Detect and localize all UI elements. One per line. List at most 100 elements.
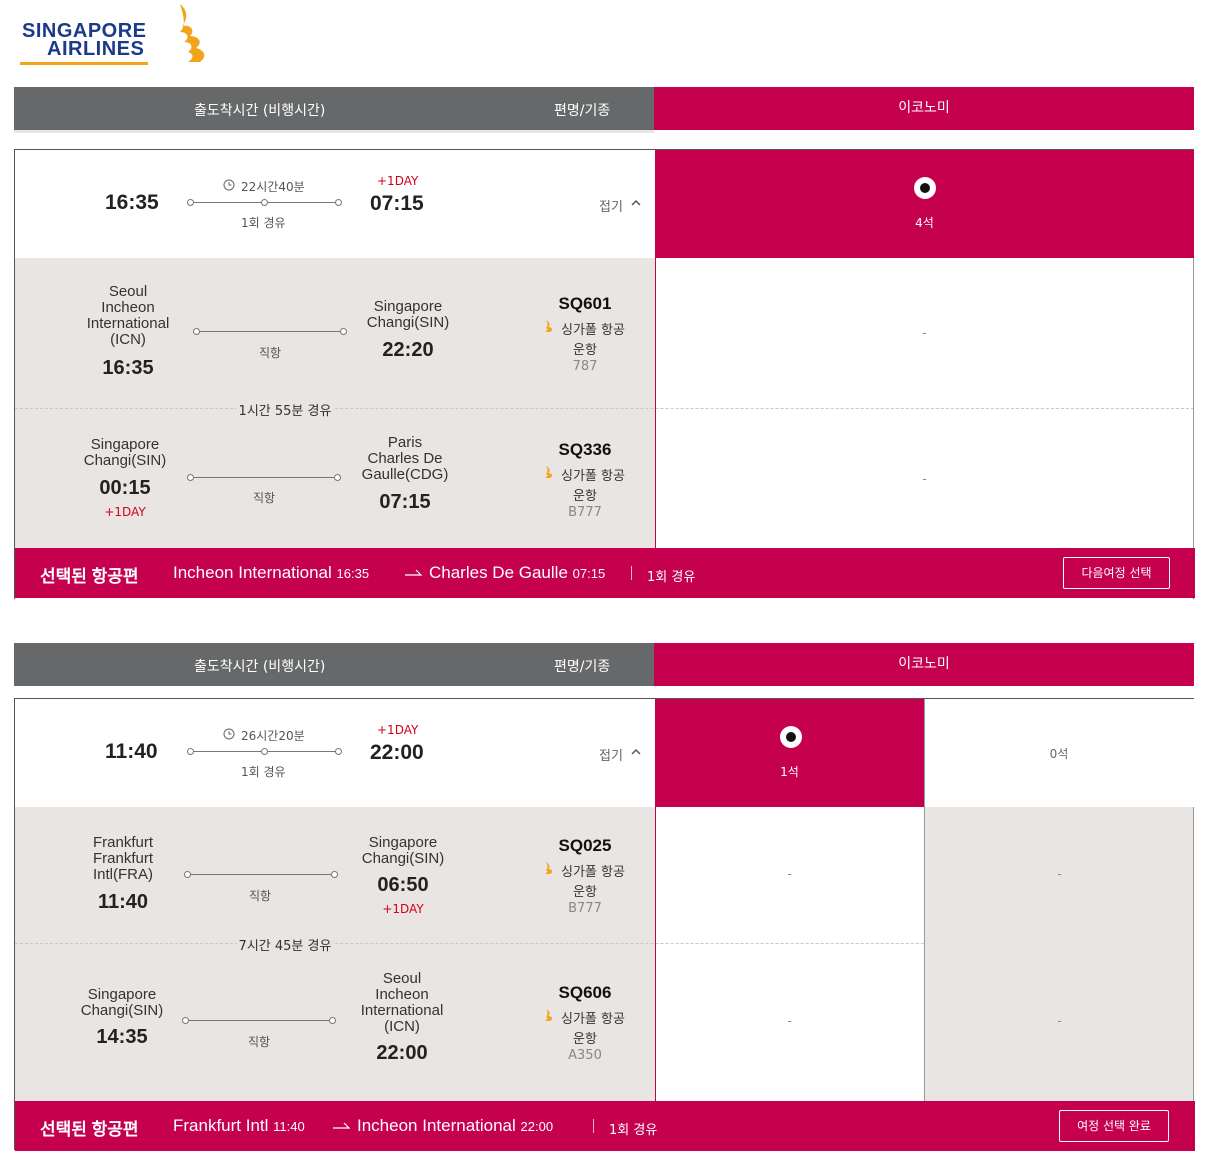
selected-destination-time: 22:00 (520, 1119, 554, 1134)
seats-available: 4석 (915, 216, 934, 230)
segment-line (192, 477, 338, 478)
city-line: (ICN) (384, 1018, 420, 1035)
city-line: Frankfurt (92, 850, 153, 867)
arrow-right-icon (333, 1122, 351, 1129)
segment2-departure-time: 00:15 (99, 477, 151, 499)
economy-fare-cell[interactable]: 1석 (655, 699, 924, 807)
segment-line (198, 331, 344, 332)
segment1-economy-2: - (1057, 867, 1062, 881)
itinerary-summary[interactable]: 11:40 26시간20분 1회 경유 +1DAY 22:00 접기 (15, 699, 655, 807)
header-flight: 편명/기종 (554, 103, 611, 119)
segment1-economy: - (787, 867, 792, 881)
chevron-up-icon[interactable] (631, 748, 641, 755)
city-line: Singapore (373, 298, 443, 315)
summary-duration: 22시간40분 (241, 180, 305, 194)
segment2-departure-time: 14:35 (96, 1026, 148, 1048)
city-line: Intl(FRA) (93, 866, 153, 883)
segment2-direct: 직항 (253, 491, 276, 505)
segment2-economy: - (922, 472, 927, 486)
segment2-arrival-time: 07:15 (379, 491, 431, 513)
segment2-operated: 운항 (573, 1032, 597, 1047)
segment1-flight-number[interactable]: SQ025 (525, 836, 645, 856)
selected-flight-bar: 선택된 항공편 Frankfurt Intl 11:40 Incheon Int… (15, 1101, 1195, 1151)
segment2-operated: 운항 (573, 489, 597, 504)
route-dot-mid (261, 748, 268, 755)
economy-fare-cell[interactable]: 4석 (655, 150, 1194, 258)
city-line: Singapore (87, 986, 157, 1003)
summary-stops: 1회 경유 (241, 216, 286, 230)
next-journey-button[interactable]: 다음여정 선택 (1063, 557, 1170, 589)
summary-duration: 26시간20분 (241, 729, 305, 743)
segment-line (189, 874, 335, 875)
segment1-aircraft: 787 (572, 359, 598, 374)
segment-details: Frankfurt Frankfurt Intl(FRA) 11:40 직항 S… (15, 807, 1194, 1101)
segment2-airline: 싱가폴 항공 (561, 469, 625, 484)
segment2-destination: Paris Charles De Gaulle(CDG) (345, 435, 465, 483)
summary-arrival-time: 22:00 (370, 741, 424, 764)
chevron-up-icon[interactable] (631, 199, 641, 206)
city-line: Changi(SIN) (361, 850, 445, 867)
segment1-arr-plus-day: +1DAY (382, 902, 424, 916)
segment2-economy: - (787, 1014, 792, 1028)
segment1-departure-time: 16:35 (102, 357, 154, 379)
seats-available: 1석 (780, 765, 799, 779)
segment-dot (340, 328, 347, 335)
seats-available-2: 0석 (1049, 747, 1069, 761)
city-line: Incheon (375, 986, 429, 1003)
city-line: International (360, 1002, 444, 1019)
segment2-flight-number[interactable]: SQ336 (525, 440, 645, 460)
summary-plus-day: +1DAY (377, 174, 419, 188)
divider (593, 1119, 594, 1133)
table-header: 출도착시간 (비행시간) 편명/기종 이코노미 (14, 87, 1194, 133)
city-line: Changi(SIN) (366, 314, 450, 331)
segment2-aircraft: A350 (568, 1048, 602, 1063)
economy-fare-cell-2[interactable]: 0석 (924, 699, 1194, 807)
inbound-section: 출도착시간 (비행시간) 편명/기종 이코노미 11:40 26시간20분 1회… (14, 643, 1195, 1151)
segment1-operated: 운항 (573, 343, 597, 358)
route-dot-start (187, 748, 194, 755)
header-gray: 출도착시간 (비행시간) 편명/기종 (14, 643, 654, 686)
economy2-segment-bg (925, 807, 1194, 1101)
route-dot-end (335, 748, 342, 755)
city-line: Paris (387, 434, 423, 451)
itinerary-card: 11:40 26시간20분 1회 경유 +1DAY 22:00 접기 1석 0석 (14, 698, 1195, 1151)
segment-line (187, 1020, 333, 1021)
segment2-arrival-time: 22:00 (376, 1042, 428, 1064)
selected-origin-name: Incheon International (173, 563, 332, 582)
selected-origin: Frankfurt Intl 11:40 (173, 1116, 305, 1136)
summary-departure-time: 11:40 (105, 740, 158, 763)
selected-origin-time: 16:35 (336, 566, 370, 581)
segment2-dep-plus-day: +1DAY (104, 505, 146, 519)
singapore-bird-icon (545, 1009, 553, 1021)
segment-dot (193, 328, 200, 335)
layover-text: 1시간 55분 경유 (0, 400, 605, 419)
route-dot-start (187, 199, 194, 206)
city-line: Charles De (367, 450, 443, 467)
singapore-bird-icon (545, 320, 553, 332)
segment-dot (331, 871, 338, 878)
complete-journey-button[interactable]: 여정 선택 완료 (1059, 1110, 1169, 1142)
route-dot-end (335, 199, 342, 206)
selected-origin-name: Frankfurt Intl (173, 1116, 269, 1135)
radio-selected-icon[interactable] (914, 177, 936, 199)
logo-text-line2: AIRLINES (47, 38, 145, 60)
itinerary-summary[interactable]: 16:35 22시간40분 1회 경유 +1DAY 07:15 접기 (15, 150, 655, 258)
segment2-economy-2: - (1057, 1014, 1062, 1028)
summary-arrival-time: 07:15 (370, 192, 424, 215)
segment2-origin: Singapore Changi(SIN) (65, 437, 185, 469)
radio-selected-icon[interactable] (780, 726, 802, 748)
segment2-aircraft: B777 (568, 505, 602, 520)
fold-toggle[interactable]: 접기 (599, 745, 623, 764)
segment-dot (334, 474, 341, 481)
summary-stops: 1회 경유 (241, 765, 286, 779)
route-dot-mid (261, 199, 268, 206)
segment1-flight-number[interactable]: SQ601 (525, 294, 645, 314)
fold-toggle[interactable]: 접기 (599, 196, 623, 215)
summary-plus-day: +1DAY (377, 723, 419, 737)
segment2-flight-number[interactable]: SQ606 (525, 983, 645, 1003)
header-shadow (14, 130, 654, 133)
selected-stops: 1회 경유 (609, 1123, 658, 1138)
selected-destination-time: 07:15 (572, 566, 606, 581)
segment1-airline: 싱가폴 항공 (561, 323, 625, 338)
table-header: 출도착시간 (비행시간) 편명/기종 이코노미 (14, 643, 1194, 686)
